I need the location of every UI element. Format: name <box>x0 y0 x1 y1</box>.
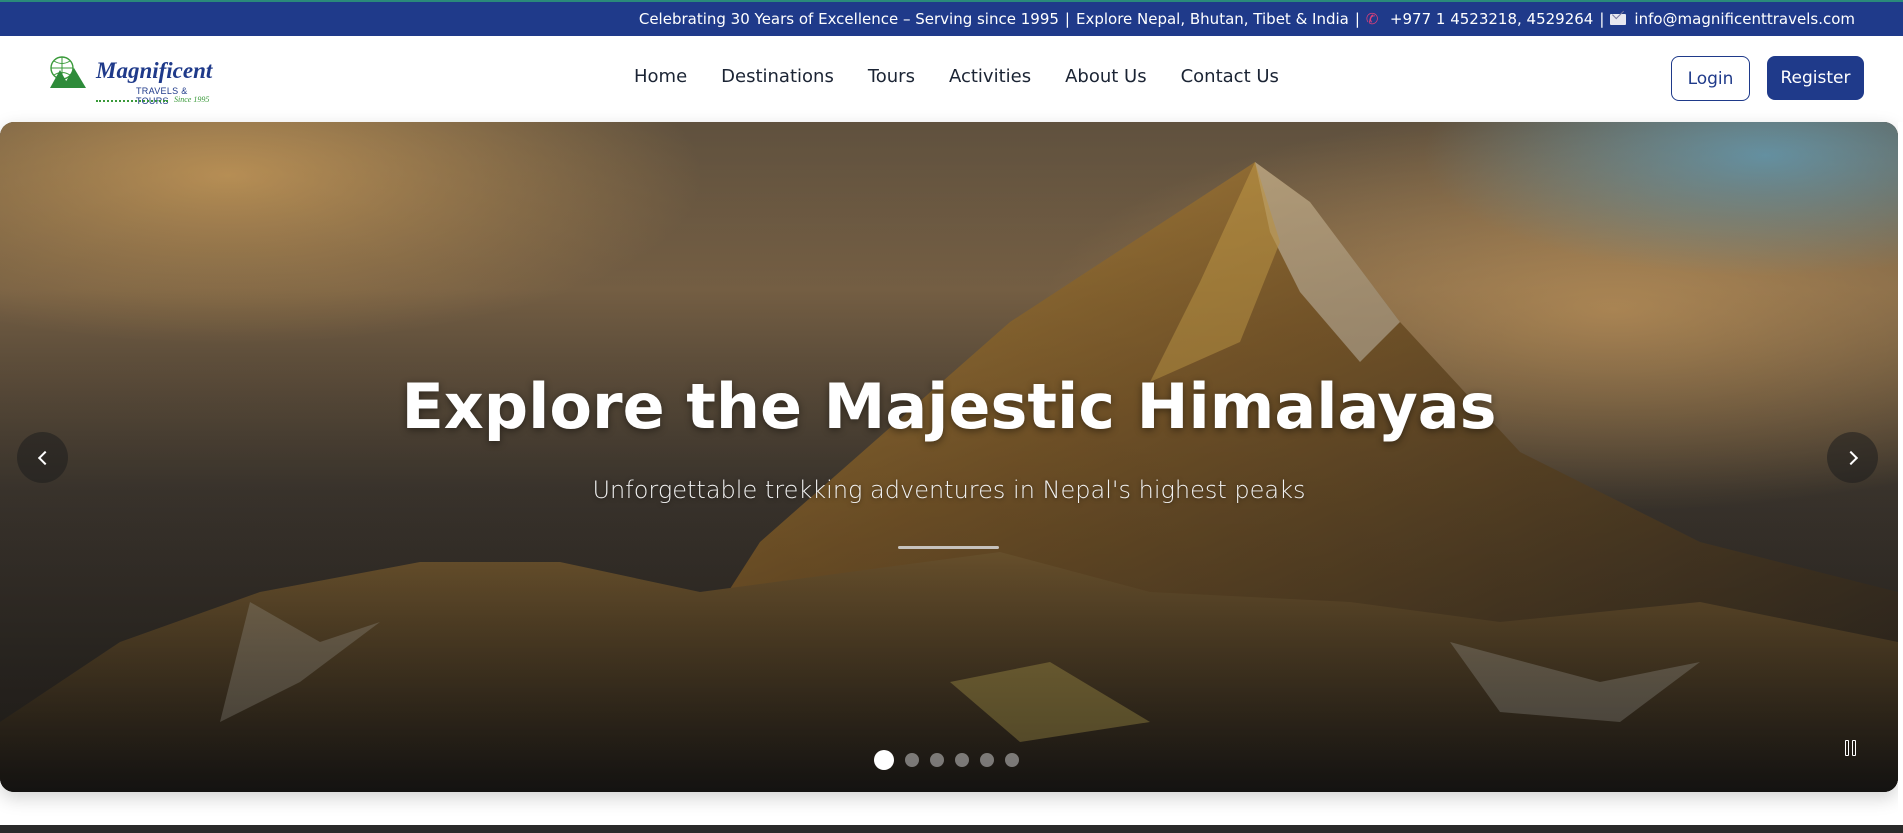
phone-number[interactable]: +977 1 4523218, 4529264 <box>1390 10 1593 28</box>
nav-activities[interactable]: Activities <box>949 66 1031 87</box>
logo-mark-icon <box>50 56 86 88</box>
mail-icon <box>1610 13 1627 25</box>
chevron-left-icon <box>37 450 52 465</box>
nav-contact-us[interactable]: Contact Us <box>1181 66 1279 87</box>
pause-icon[interactable] <box>1845 740 1859 756</box>
separator: | <box>1354 10 1360 28</box>
carousel-prev-button[interactable] <box>17 432 68 483</box>
carousel-next-button[interactable] <box>1827 432 1878 483</box>
hero-title-underline <box>898 546 999 549</box>
carousel-dot-1[interactable] <box>874 750 894 770</box>
nav-destinations[interactable]: Destinations <box>721 66 834 87</box>
bottom-strip <box>0 825 1903 833</box>
separator: | <box>1599 10 1605 28</box>
logo-divider <box>96 100 168 102</box>
page-edge <box>1898 122 1903 825</box>
main-nav: Home Destinations Tours Activities About… <box>634 66 1279 87</box>
email-link[interactable]: info@magnificenttravels.com <box>1634 10 1855 28</box>
logo[interactable]: Magnificent TRAVELS & TOURS Since 1995 <box>48 54 223 110</box>
nav-about-us[interactable]: About Us <box>1065 66 1147 87</box>
carousel-dot-3[interactable] <box>930 753 944 767</box>
carousel-dot-5[interactable] <box>980 753 994 767</box>
carousel-dot-2[interactable] <box>905 753 919 767</box>
hero-carousel: Explore the Majestic Himalayas Unforgett… <box>0 122 1898 792</box>
login-button[interactable]: Login <box>1671 56 1750 101</box>
announcement-text: Celebrating 30 Years of Excellence – Ser… <box>638 10 1059 28</box>
nav-tours[interactable]: Tours <box>868 66 915 87</box>
hero-mountain-image <box>0 122 1898 792</box>
register-button[interactable]: Register <box>1767 56 1864 100</box>
site-header: Magnificent TRAVELS & TOURS Since 1995 H… <box>0 36 1903 122</box>
phone-icon: ✆ <box>1365 10 1379 28</box>
hero-subtitle: Unforgettable trekking adventures in Nep… <box>592 476 1306 504</box>
logo-since: Since 1995 <box>174 95 210 104</box>
top-announcement-bar: Celebrating 30 Years of Excellence – Ser… <box>0 0 1903 36</box>
nav-home[interactable]: Home <box>634 66 687 87</box>
logo-title: Magnificent <box>96 58 213 83</box>
explore-text: Explore Nepal, Bhutan, Tibet & India <box>1075 10 1349 28</box>
chevron-right-icon <box>1843 450 1858 465</box>
carousel-indicators <box>874 750 1019 770</box>
separator: | <box>1064 10 1070 28</box>
carousel-dot-4[interactable] <box>955 753 969 767</box>
hero-title: Explore the Majestic Himalayas <box>401 370 1497 443</box>
carousel-dot-6[interactable] <box>1005 753 1019 767</box>
